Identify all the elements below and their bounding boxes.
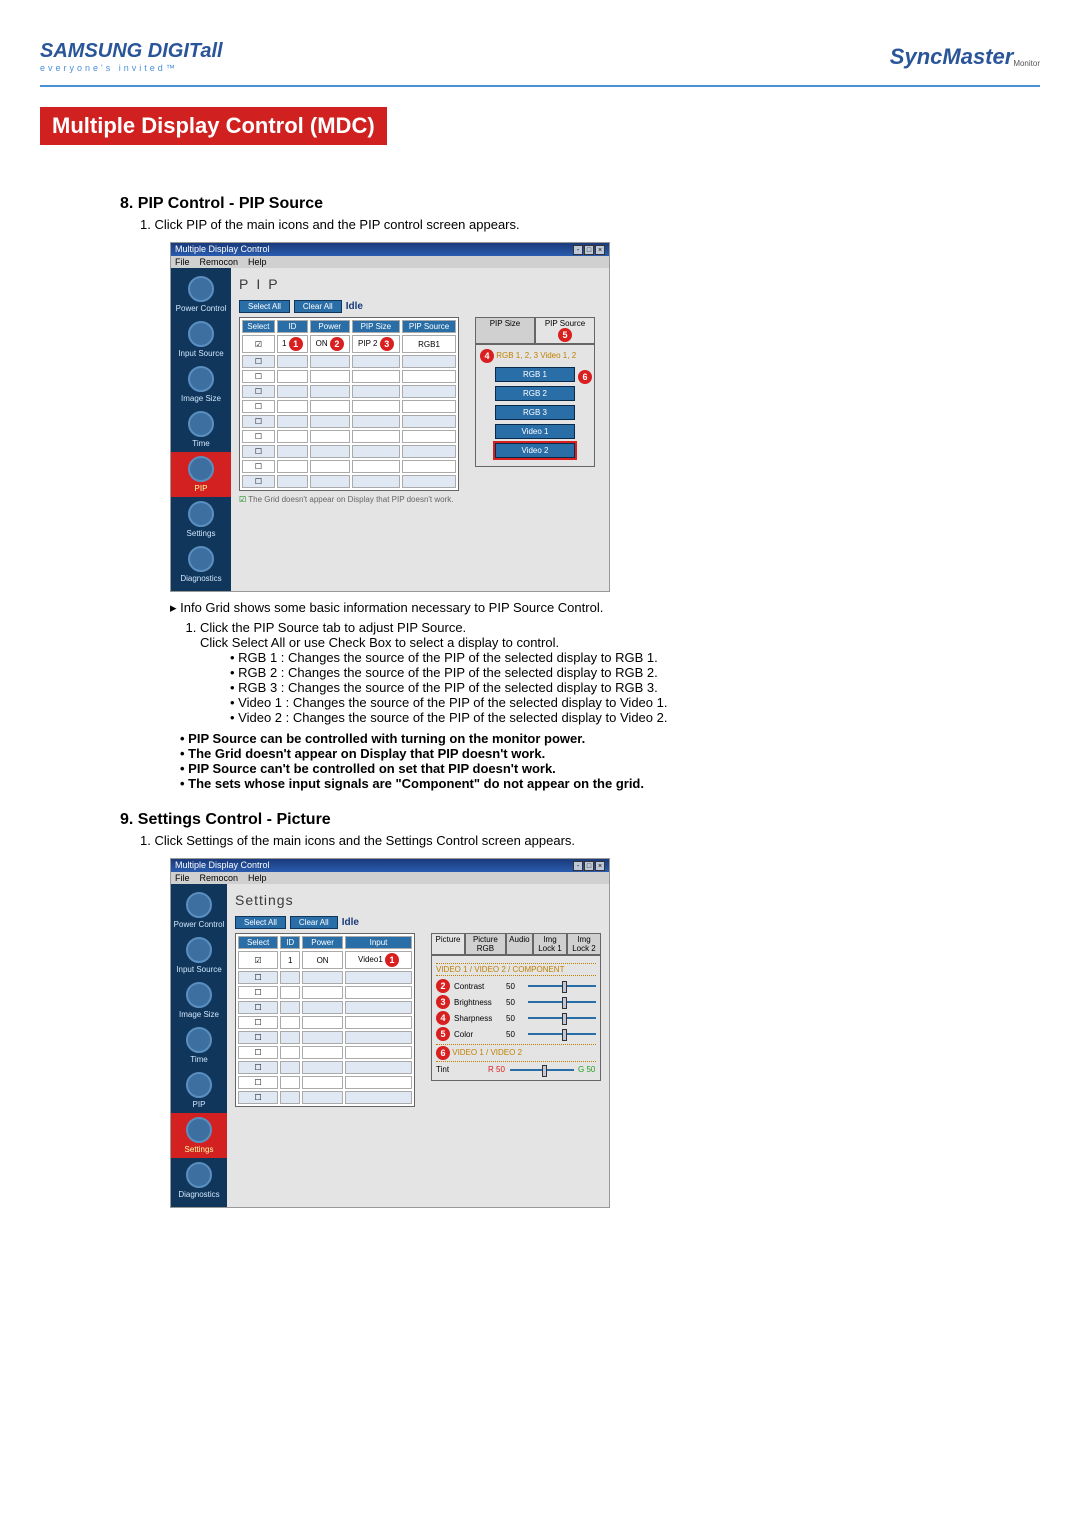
product-logo: SyncMasterMonitor — [890, 44, 1040, 70]
sidebar-item-time[interactable]: Time — [171, 407, 231, 452]
step-1: Click the PIP Source tab to adjust PIP S… — [200, 620, 1040, 725]
callout-5-icon: 5 — [558, 328, 572, 342]
src-btn-video2[interactable]: Video 2 — [495, 443, 575, 458]
bullet: RGB 1 : Changes the source of the PIP of… — [230, 650, 1040, 665]
sidebar-item-pip[interactable]: PIP — [171, 1068, 227, 1113]
bold-bullet: PIP Source can't be controlled on set th… — [180, 761, 1040, 776]
tab-img-lock-2[interactable]: Img Lock 2 — [567, 933, 601, 955]
panel-title: PIP — [239, 276, 601, 292]
callout-6-icon: 6 — [578, 370, 592, 384]
display-grid[interactable]: SelectIDPowerInput ☑1ON Video1 1 ☐ ☐ ☐ ☐… — [235, 933, 415, 1107]
table-row: ☑1ON Video1 1 — [238, 951, 412, 969]
callout-2-icon: 2 — [436, 979, 450, 993]
section9-intro: 1. Click Settings of the main icons and … — [140, 833, 1040, 848]
color-slider[interactable] — [528, 1033, 596, 1035]
src-btn-rgb1[interactable]: RGB 1 6 — [495, 367, 575, 382]
tab-img-lock-1[interactable]: Img Lock 1 — [533, 933, 567, 955]
bullet: RGB 2 : Changes the source of the PIP of… — [230, 665, 1040, 680]
sidebar-item-input-source[interactable]: Input Source — [171, 317, 231, 362]
sidebar-item-settings[interactable]: Settings — [171, 1113, 227, 1158]
section8-heading: 8. PIP Control - PIP Source — [120, 195, 1040, 213]
select-all-button[interactable]: Select All — [239, 300, 290, 313]
callout-3-icon: 3 — [436, 995, 450, 1009]
page-title: Multiple Display Control (MDC) — [40, 107, 387, 145]
panel-title: Settings — [235, 892, 601, 908]
tab-audio[interactable]: Audio — [506, 933, 533, 955]
app2-title: Multiple Display Control — [175, 860, 270, 871]
sidebar-item-time[interactable]: Time — [171, 1023, 227, 1068]
app2-window: Multiple Display Control -□× FileRemocon… — [170, 858, 610, 1208]
contrast-slider[interactable] — [528, 985, 596, 987]
brightness-slider[interactable] — [528, 1001, 596, 1003]
sidebar-item-diagnostics[interactable]: Diagnostics — [171, 542, 231, 587]
callout-4-icon: 4 — [436, 1011, 450, 1025]
bold-bullet: PIP Source can be controlled with turnin… — [180, 731, 1040, 746]
callout-4-icon: 4 — [480, 349, 494, 363]
table-row: ☑ 1 1 ON 2 PIP 2 3 RGB1 — [242, 335, 456, 353]
sidebar-item-power-control[interactable]: Power Control — [171, 272, 231, 317]
window-controls[interactable]: -□× — [572, 244, 605, 255]
tab-pip-source[interactable]: PIP Source 5 — [535, 317, 595, 344]
callout-1-icon: 1 — [385, 953, 399, 967]
sidebar-item-diagnostics[interactable]: Diagnostics — [171, 1158, 227, 1203]
callout-6-icon: 6 — [436, 1046, 450, 1060]
sharpness-slider[interactable] — [528, 1017, 596, 1019]
select-all-button[interactable]: Select All — [235, 916, 286, 929]
bold-bullet: The Grid doesn't appear on Display that … — [180, 746, 1040, 761]
callout-2-icon: 2 — [330, 337, 344, 351]
sidebar-item-image-size[interactable]: Image Size — [171, 978, 227, 1023]
tab-pip-size[interactable]: PIP Size — [475, 317, 535, 344]
callout-5-icon: 5 — [436, 1027, 450, 1041]
clear-all-button[interactable]: Clear All — [294, 300, 342, 313]
bullet: RGB 3 : Changes the source of the PIP of… — [230, 680, 1040, 695]
callout-1-icon: 1 — [289, 337, 303, 351]
tab-picture[interactable]: Picture — [431, 933, 465, 955]
clear-all-button[interactable]: Clear All — [290, 916, 338, 929]
section9-heading: 9. Settings Control - Picture — [120, 811, 1040, 829]
grid-note: The Grid doesn't appear on Display that … — [248, 495, 453, 504]
bullet: Video 2 : Changes the source of the PIP … — [230, 710, 1040, 725]
src-btn-rgb3[interactable]: RGB 3 — [495, 405, 575, 420]
app2-menubar[interactable]: FileRemoconHelp — [171, 872, 609, 884]
subhead2: 6 VIDEO 1 / VIDEO 2 — [436, 1044, 596, 1062]
window-controls[interactable]: -□× — [572, 860, 605, 871]
sidebar-item-input-source[interactable]: Input Source — [171, 933, 227, 978]
src-btn-rgb2[interactable]: RGB 2 — [495, 386, 575, 401]
app1-window: Multiple Display Control -□× FileRemocon… — [170, 242, 610, 592]
tab-picture-rgb[interactable]: Picture RGB — [465, 933, 506, 955]
sidebar-item-image-size[interactable]: Image Size — [171, 362, 231, 407]
bullet: Video 1 : Changes the source of the PIP … — [230, 695, 1040, 710]
status-label: Idle — [342, 917, 359, 928]
app1-menubar[interactable]: FileRemoconHelp — [171, 256, 609, 268]
display-grid[interactable]: SelectIDPowerPIP SizePIP Source ☑ 1 1 ON… — [239, 317, 459, 491]
brand-logo: SAMSUNG DIGITall everyone's invited™ — [40, 40, 223, 73]
bold-bullet: The sets whose input signals are "Compon… — [180, 776, 1040, 791]
subhead1: VIDEO 1 / VIDEO 2 / COMPONENT — [436, 963, 596, 976]
info-arrow: Info Grid shows some basic information n… — [170, 600, 1040, 616]
callout-3-icon: 3 — [380, 337, 394, 351]
app1-title: Multiple Display Control — [175, 244, 270, 255]
tint-slider[interactable] — [510, 1069, 574, 1071]
sidebar-item-pip[interactable]: PIP — [171, 452, 231, 497]
section8-intro: 1. Click PIP of the main icons and the P… — [140, 217, 1040, 232]
sidebar-item-power-control[interactable]: Power Control — [171, 888, 227, 933]
status-label: Idle — [346, 301, 363, 312]
src-btn-video1[interactable]: Video 1 — [495, 424, 575, 439]
sidebar-item-settings[interactable]: Settings — [171, 497, 231, 542]
